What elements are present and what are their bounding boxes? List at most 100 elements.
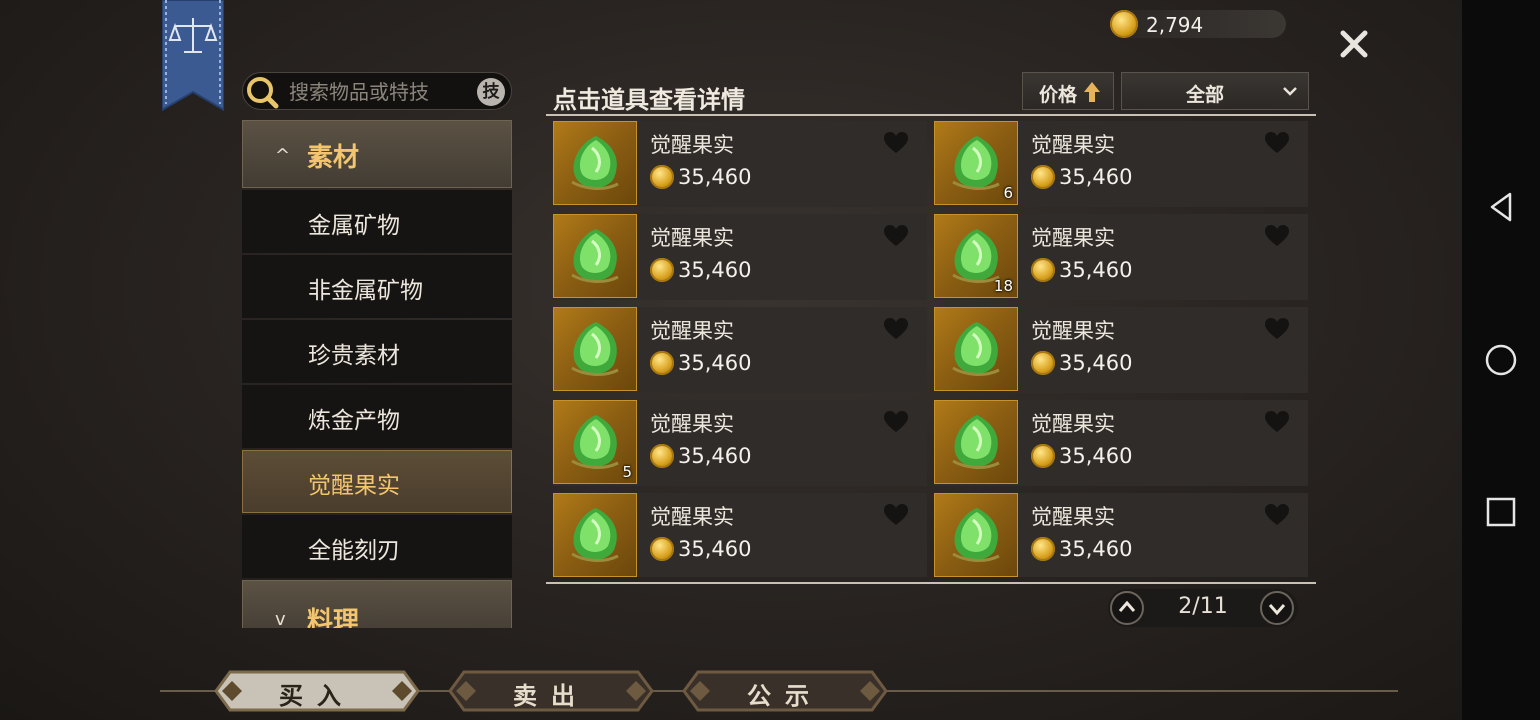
item-name: 觉醒果实	[1031, 226, 1115, 250]
item-card[interactable]: 觉醒果实 35,460	[553, 214, 927, 300]
subcategory-nonmetal-ore[interactable]: 非金属矿物	[242, 255, 512, 318]
item-thumbnail[interactable]	[934, 400, 1018, 484]
item-card[interactable]: 觉醒果实 35,460	[934, 307, 1308, 393]
pagination: 2/11	[1108, 589, 1298, 627]
tab-public-label: 公示	[747, 682, 823, 710]
home-icon[interactable]	[1484, 343, 1518, 377]
awakening-fruit-icon	[952, 415, 1000, 469]
subcategory-alchemy-product[interactable]: 炼金产物	[242, 385, 512, 448]
subcategory-universal-blade[interactable]: 全能刻刃	[242, 515, 512, 578]
item-card[interactable]: 18 觉醒果实 35,460	[934, 214, 1308, 300]
subcategory-label: 全能刻刃	[308, 538, 400, 564]
tab-sell[interactable]: 卖出	[446, 668, 656, 714]
skill-search-toggle[interactable]: 技	[477, 78, 505, 106]
item-price: 35,460	[1031, 351, 1132, 375]
close-button[interactable]	[1336, 26, 1372, 62]
item-quantity: 5	[622, 463, 632, 481]
category-list: ^ 素材 金属矿物 非金属矿物 珍贵素材 炼金产物 觉醒果实 全能刻刃 v 料理	[242, 120, 512, 628]
item-thumbnail[interactable]	[553, 121, 637, 205]
item-name: 觉醒果实	[650, 412, 734, 436]
item-price: 35,460	[650, 165, 751, 189]
favorite-heart-icon[interactable]	[1264, 131, 1290, 155]
item-thumbnail[interactable]: 18	[934, 214, 1018, 298]
favorite-heart-icon[interactable]	[883, 131, 909, 155]
gold-coin-icon	[1031, 351, 1055, 375]
subcategory-label: 觉醒果实	[308, 473, 400, 499]
item-price: 35,460	[1031, 258, 1132, 282]
close-icon	[1340, 30, 1368, 58]
item-name: 觉醒果实	[650, 319, 734, 343]
category-material[interactable]: ^ 素材	[242, 120, 512, 188]
subcategory-awakening-fruit[interactable]: 觉醒果实	[242, 450, 512, 513]
price-sort-label: 价格	[1039, 84, 1078, 106]
chevron-up-icon: ^	[275, 145, 291, 166]
item-card[interactable]: 觉醒果实 35,460	[934, 400, 1308, 486]
item-thumbnail[interactable]	[934, 307, 1018, 391]
gold-coin-icon	[650, 444, 674, 468]
page-down-button[interactable]	[1259, 590, 1295, 626]
subcategory-label: 珍贵素材	[308, 343, 400, 369]
favorite-heart-icon[interactable]	[1264, 224, 1290, 248]
divider	[546, 582, 1316, 584]
arrow-up-icon	[1084, 82, 1100, 102]
item-card[interactable]: 觉醒果实 35,460	[553, 307, 927, 393]
awakening-fruit-icon	[571, 136, 619, 190]
item-name: 觉醒果实	[1031, 319, 1115, 343]
panel-title: 点击道具查看详情	[553, 86, 745, 114]
back-icon[interactable]	[1484, 190, 1518, 224]
item-name: 觉醒果实	[1031, 133, 1115, 157]
tab-public[interactable]: 公示	[680, 668, 890, 714]
item-thumbnail[interactable]: 6	[934, 121, 1018, 205]
subcategory-precious-material[interactable]: 珍贵素材	[242, 320, 512, 383]
favorite-heart-icon[interactable]	[883, 224, 909, 248]
item-card[interactable]: 觉醒果实 35,460	[553, 493, 927, 577]
item-price: 35,460	[650, 351, 751, 375]
item-price: 35,460	[650, 537, 751, 561]
filter-dropdown[interactable]: 全部	[1121, 72, 1309, 110]
search-input[interactable]	[287, 79, 471, 105]
filter-label: 全部	[1186, 84, 1225, 106]
item-card[interactable]: 觉醒果实 35,460	[553, 121, 927, 207]
tab-buy[interactable]: 买入	[212, 668, 422, 714]
item-price-value: 35,460	[678, 351, 752, 375]
favorite-heart-icon[interactable]	[883, 503, 909, 527]
item-price-value: 35,460	[1059, 537, 1133, 561]
favorite-heart-icon[interactable]	[883, 410, 909, 434]
item-grid[interactable]: 觉醒果实 35,460 6 觉醒果实 35,460 觉醒果实 35,460 18 觉醒果实 35,…	[553, 121, 1313, 577]
item-price-value: 35,460	[1059, 258, 1133, 282]
item-thumbnail[interactable]	[553, 493, 637, 577]
subcategory-metal-ore[interactable]: 金属矿物	[242, 190, 512, 253]
favorite-heart-icon[interactable]	[1264, 503, 1290, 527]
item-thumbnail[interactable]	[934, 493, 1018, 577]
tab-buy-label: 买入	[279, 682, 355, 710]
page-up-button[interactable]	[1109, 590, 1145, 626]
item-price-value: 35,460	[1059, 351, 1133, 375]
awakening-fruit-icon	[571, 415, 619, 469]
item-price-value: 35,460	[678, 258, 752, 282]
item-card[interactable]: 觉醒果实 35,460	[934, 493, 1308, 577]
gold-coin-icon	[650, 351, 674, 375]
gold-coin-icon	[650, 165, 674, 189]
gold-balance: 2,794	[1110, 10, 1286, 38]
category-cooking[interactable]: v 料理	[242, 580, 512, 628]
item-name: 觉醒果实	[650, 133, 734, 157]
gold-coin-icon	[650, 537, 674, 561]
gold-coin-icon	[1031, 258, 1055, 282]
favorite-heart-icon[interactable]	[883, 317, 909, 341]
item-thumbnail[interactable]: 5	[553, 400, 637, 484]
awakening-fruit-icon	[571, 508, 619, 562]
favorite-heart-icon[interactable]	[1264, 410, 1290, 434]
item-thumbnail[interactable]	[553, 214, 637, 298]
item-thumbnail[interactable]	[553, 307, 637, 391]
item-card[interactable]: 6 觉醒果实 35,460	[934, 121, 1308, 207]
recents-icon[interactable]	[1484, 495, 1518, 529]
search-icon[interactable]	[245, 75, 279, 109]
favorite-heart-icon[interactable]	[1264, 317, 1290, 341]
awakening-fruit-icon	[952, 508, 1000, 562]
item-card[interactable]: 5 觉醒果实 35,460	[553, 400, 927, 486]
price-sort-button[interactable]: 价格	[1022, 72, 1114, 110]
awakening-fruit-icon	[571, 229, 619, 283]
item-quantity: 6	[1003, 184, 1013, 202]
search-box: 技	[242, 72, 512, 110]
gold-coin-icon	[1110, 10, 1138, 38]
